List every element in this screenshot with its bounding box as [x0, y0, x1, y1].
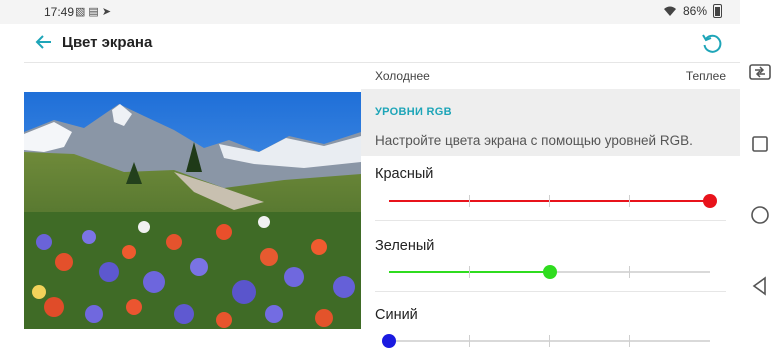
box-icon: ▤ — [88, 6, 102, 18]
slider-tick — [629, 195, 630, 207]
slider-tick — [629, 266, 630, 278]
reset-icon[interactable] — [700, 31, 724, 55]
arrow-back-icon[interactable] — [33, 31, 55, 53]
recents-square-icon[interactable] — [748, 132, 772, 156]
cold-label: Холоднее — [375, 69, 430, 83]
slider-tick — [549, 195, 550, 207]
screen: 17:49 ▧▤➤ 86% Цвет экрана Холоднее Тепле… — [0, 0, 740, 360]
image-icon: ▧ — [75, 6, 89, 18]
rgb-description: Настройте цвета экрана с помощью уровней… — [375, 133, 693, 148]
slider-tick — [469, 266, 470, 278]
navigation-icon: ➤ — [101, 6, 115, 18]
app-bar: Цвет экрана — [0, 24, 740, 62]
slider-tick — [549, 335, 550, 347]
warm-label: Теплее — [685, 69, 726, 83]
divider — [375, 220, 726, 221]
wifi-icon — [663, 6, 676, 16]
blue-thumb[interactable] — [382, 334, 396, 348]
blue-slider[interactable] — [382, 334, 710, 348]
red-label: Красный — [375, 166, 434, 182]
home-circle-icon[interactable] — [748, 203, 772, 227]
battery-icon — [713, 4, 722, 18]
blue-label: Синий — [375, 307, 418, 323]
battery-percent: 86% — [682, 4, 707, 18]
slider-tick — [629, 335, 630, 347]
slider-tick — [469, 335, 470, 347]
rgb-header: УРОВНИ RGB — [375, 106, 452, 118]
back-triangle-icon[interactable] — [748, 274, 772, 298]
slider-tick — [469, 195, 470, 207]
swap-screen-icon[interactable] — [748, 60, 772, 84]
navigation-bar — [740, 0, 780, 360]
settings-panel: Холоднее Теплее УРОВНИ RGB Настройте цве… — [361, 62, 740, 360]
green-label: Зеленый — [375, 238, 435, 254]
status-time: 17:49 — [44, 5, 75, 19]
notification-icons: ▧▤➤ — [75, 5, 114, 18]
green-slider[interactable] — [389, 265, 710, 279]
status-right: 86% — [663, 4, 722, 18]
status-bar: 17:49 ▧▤➤ 86% — [0, 0, 740, 24]
green-thumb[interactable] — [542, 265, 557, 279]
page-title: Цвет экрана — [62, 34, 153, 51]
preview-image — [24, 92, 361, 329]
red-slider[interactable] — [389, 194, 717, 208]
red-thumb[interactable] — [703, 194, 717, 208]
rgb-section: УРОВНИ RGB Настройте цвета экрана с помо… — [361, 89, 740, 156]
divider — [375, 291, 726, 292]
